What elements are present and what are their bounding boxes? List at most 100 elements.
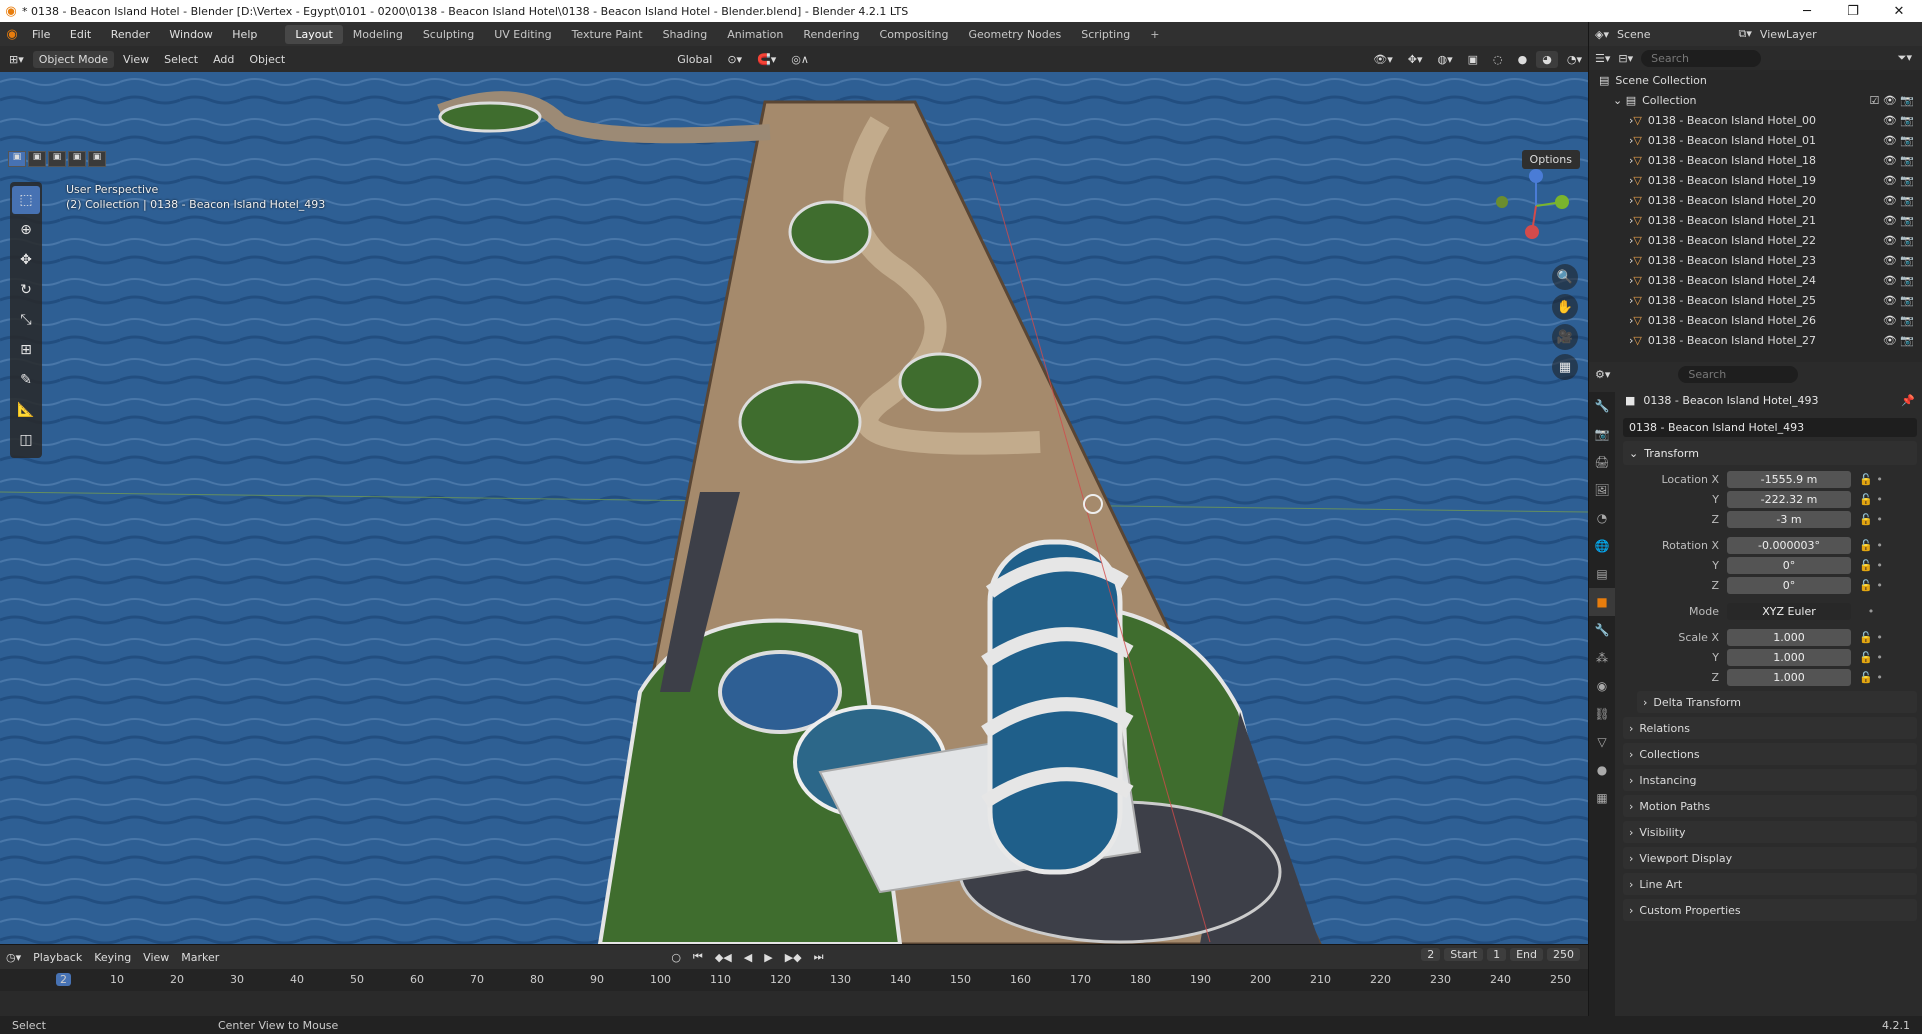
menu-timeline-view[interactable]: View (137, 951, 175, 964)
shading-material-icon[interactable]: ◕ (1536, 50, 1558, 68)
outliner-object-row[interactable]: › ▽ 0138 - Beacon Island Hotel_20 👁 📷 (1589, 190, 1922, 210)
transform-section[interactable]: ⌄ Transform (1623, 441, 1917, 465)
close-button[interactable]: ✕ (1876, 4, 1922, 19)
pivot-icon[interactable]: ⊙▾ (721, 51, 748, 68)
shading-rendered-icon[interactable]: ◔▾ (1561, 51, 1588, 68)
outliner-object-row[interactable]: › ▽ 0138 - Beacon Island Hotel_19 👁 📷 (1589, 170, 1922, 190)
select-invert-icon[interactable]: ▣ (68, 151, 86, 167)
move-icon[interactable]: ✥ (12, 246, 40, 274)
lock-icon[interactable]: 🔓 • (1851, 539, 1891, 552)
outliner-search-input[interactable]: Search (1641, 49, 1762, 67)
scene-name[interactable]: Scene (1617, 28, 1651, 41)
line-art-section[interactable]: › Line Art (1623, 873, 1917, 895)
render-tab-icon[interactable]: 📷 (1589, 420, 1615, 448)
tab-rendering[interactable]: Rendering (793, 25, 869, 44)
lock-icon[interactable]: 🔓 • (1851, 493, 1891, 506)
blender-menu-icon[interactable]: ◉ (0, 27, 24, 42)
viewport-display-section[interactable]: › Viewport Display (1623, 847, 1917, 869)
frame-ruler[interactable]: 2 10 20 30 40 50 60 70 80 90 100 110 120 130 140 150 16… (0, 969, 1588, 991)
lock-icon[interactable]: 🔓 • (1851, 651, 1891, 664)
gizmo-icon[interactable]: ✥▾ (1402, 51, 1429, 68)
lock-icon[interactable]: 🔓 • (1851, 513, 1891, 526)
transform-orientation-dropdown[interactable]: Global (671, 51, 718, 68)
view-layer-name[interactable]: ViewLayer (1760, 28, 1817, 41)
select-extend-icon[interactable]: ▣ (28, 151, 46, 167)
visibility-icons[interactable]: 👁 📷 (1883, 174, 1914, 187)
display-mode-icon[interactable]: ⊟▾ (1618, 52, 1633, 65)
tab-animation[interactable]: Animation (717, 25, 793, 44)
particles-tab-icon[interactable]: ⁂ (1589, 644, 1615, 672)
modifier-tab-icon[interactable]: 🔧 (1589, 616, 1615, 644)
outliner-object-row[interactable]: › ▽ 0138 - Beacon Island Hotel_25 👁 📷 (1589, 290, 1922, 310)
scene-tab-icon[interactable]: ◔ (1589, 504, 1615, 532)
location-z-field[interactable]: -3 m (1727, 510, 1851, 528)
pan-hand-icon[interactable]: ✋ (1552, 294, 1578, 320)
timeline-editor-icon[interactable]: ◷▾ (0, 951, 27, 964)
scene-collection-row[interactable]: ▤ Scene Collection (1589, 70, 1922, 90)
xray-icon[interactable]: ▣ (1462, 51, 1484, 68)
visibility-section[interactable]: › Visibility (1623, 821, 1917, 843)
menu-select[interactable]: Select (158, 51, 204, 68)
menu-help[interactable]: Help (224, 28, 265, 41)
outliner-object-row[interactable]: › ▽ 0138 - Beacon Island Hotel_00 👁 📷 (1589, 110, 1922, 130)
location-x-field[interactable]: -1555.9 m (1727, 470, 1851, 488)
constraints-tab-icon[interactable]: ⛓ (1589, 700, 1615, 728)
texture-tab-icon[interactable]: ▦ (1589, 784, 1615, 812)
maximize-button[interactable]: ❐ (1830, 4, 1876, 19)
filter-icon[interactable]: ⏷▾ (1898, 51, 1912, 65)
next-key-icon[interactable]: ▶◆ (779, 951, 808, 964)
rotation-x-field[interactable]: -0.000003° (1727, 536, 1851, 554)
object-mode-dropdown[interactable]: Object Mode (32, 50, 115, 68)
outliner-object-row[interactable]: › ▽ 0138 - Beacon Island Hotel_21 👁 📷 (1589, 210, 1922, 230)
rotation-mode-dropdown[interactable]: XYZ Euler (1727, 602, 1851, 620)
visibility-icon[interactable]: 👁▾ (1367, 51, 1399, 68)
menu-edit[interactable]: Edit (62, 28, 99, 41)
visibility-icons[interactable]: 👁 📷 (1883, 114, 1914, 127)
tab-compositing[interactable]: Compositing (870, 25, 959, 44)
scale-z-field[interactable]: 1.000 (1727, 668, 1851, 686)
scale-y-field[interactable]: 1.000 (1727, 648, 1851, 666)
properties-editor-icon[interactable]: ⚙▾ (1595, 368, 1610, 381)
menu-keying[interactable]: Keying (88, 951, 137, 964)
minimize-button[interactable]: ─ (1784, 4, 1830, 19)
visibility-icons[interactable]: 👁 📷 (1883, 274, 1914, 287)
snap-icon[interactable]: 🧲▾ (751, 51, 782, 68)
visibility-icons[interactable]: 👁 📷 (1883, 134, 1914, 147)
visibility-icons[interactable]: 👁 📷 (1883, 254, 1914, 267)
location-y-field[interactable]: -222.32 m (1727, 490, 1851, 508)
editor-type-icon[interactable]: ⊞▾ (3, 51, 30, 68)
object-tab-icon[interactable]: ■ (1589, 588, 1615, 616)
delta-transform-section[interactable]: › Delta Transform (1637, 691, 1917, 713)
select-subtract-icon[interactable]: ▣ (48, 151, 66, 167)
visibility-icons[interactable]: 👁 📷 (1883, 214, 1914, 227)
visibility-icons[interactable]: 👁 📷 (1883, 294, 1914, 307)
rotation-y-field[interactable]: 0° (1727, 556, 1851, 574)
lock-icon[interactable]: 🔓 • (1851, 631, 1891, 644)
lock-icon[interactable]: 🔓 • (1851, 579, 1891, 592)
current-frame-field[interactable]: 2 (1421, 948, 1441, 961)
end-frame-field[interactable]: 250 (1547, 948, 1580, 961)
visibility-icons[interactable]: 👁 📷 (1883, 334, 1914, 347)
visibility-icons[interactable]: 👁 📷 (1883, 154, 1914, 167)
object-name-field[interactable]: 0138 - Beacon Island Hotel_493 (1623, 418, 1917, 437)
physics-tab-icon[interactable]: ◉ (1589, 672, 1615, 700)
cursor-icon[interactable]: ⊕ (12, 216, 40, 244)
view-layer-icon[interactable]: ⧉▾ (1739, 27, 1752, 41)
outliner-object-row[interactable]: › ▽ 0138 - Beacon Island Hotel_22 👁 📷 (1589, 230, 1922, 250)
menu-add[interactable]: Add (207, 51, 240, 68)
scale-x-field[interactable]: 1.000 (1727, 628, 1851, 646)
add-cube-icon[interactable]: ◫ (12, 426, 40, 454)
visibility-icons[interactable]: 👁 📷 (1883, 314, 1914, 327)
grid-ortho-icon[interactable]: ▦ (1552, 354, 1578, 380)
jump-start-icon[interactable]: ⏮ (687, 950, 709, 964)
lock-icon[interactable]: 🔓 • (1851, 671, 1891, 684)
menu-file[interactable]: File (24, 28, 58, 41)
instancing-section[interactable]: › Instancing (1623, 769, 1917, 791)
motion-paths-section[interactable]: › Motion Paths (1623, 795, 1917, 817)
measure-icon[interactable]: 📐 (12, 396, 40, 424)
outliner-object-row[interactable]: › ▽ 0138 - Beacon Island Hotel_01 👁 📷 (1589, 130, 1922, 150)
menu-render[interactable]: Render (103, 28, 158, 41)
rotate-icon[interactable]: ↻ (12, 276, 40, 304)
play-reverse-icon[interactable]: ◀ (738, 951, 758, 964)
overlay-icon[interactable]: ◍▾ (1432, 51, 1459, 68)
